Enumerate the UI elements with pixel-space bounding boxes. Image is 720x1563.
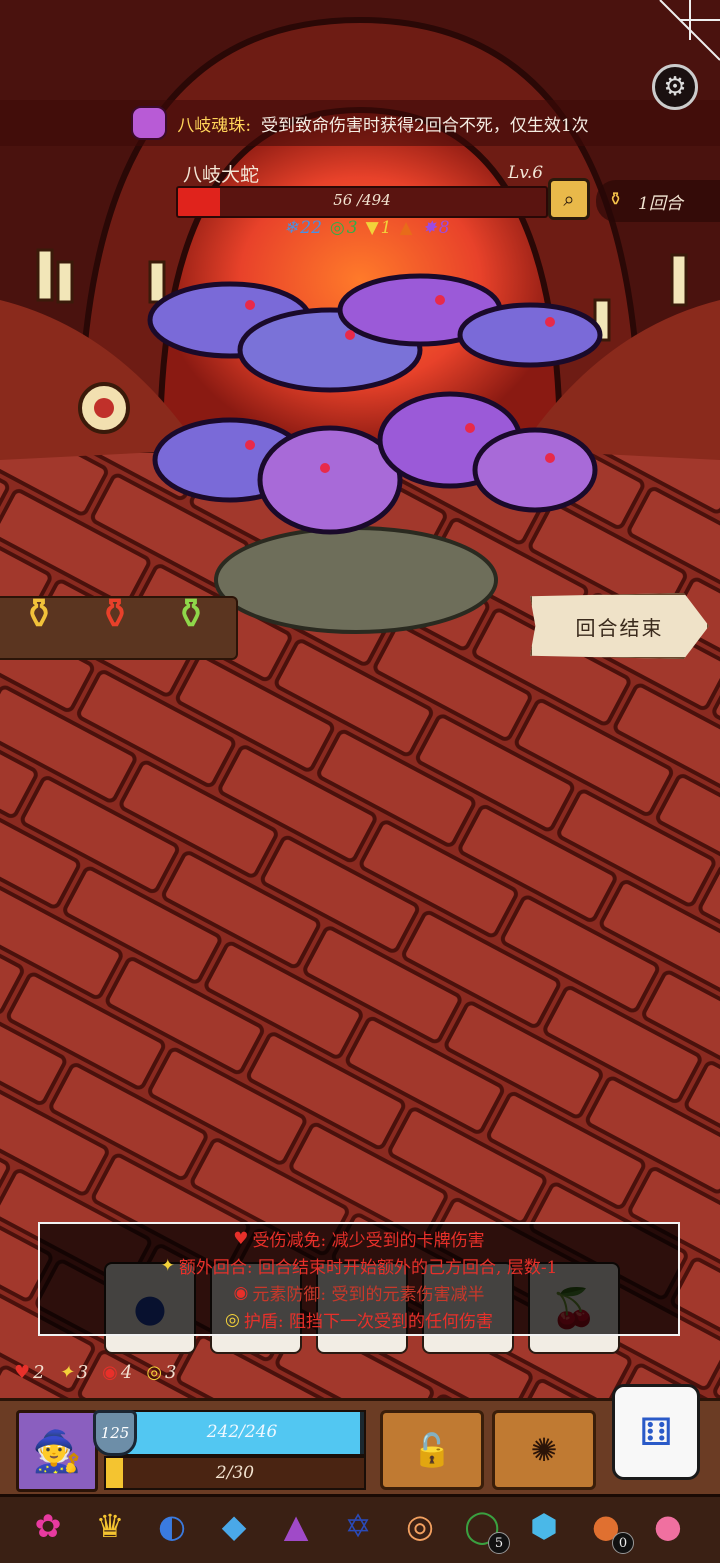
shield-icon: ◎ — [146, 1362, 163, 1383]
tooltip-text: 护盾: 阻挡下一次受到的任何伤害 — [243, 1312, 493, 1332]
player-xp-bar: 2/30 — [104, 1456, 366, 1490]
blue-snail-icon[interactable]: ◐ — [148, 1502, 196, 1550]
boss-intent: ◎ 3 — [330, 218, 358, 238]
status-effect[interactable]: ◉ 4 — [102, 1362, 132, 1383]
blue-book-icon[interactable]: ◆ — [210, 1502, 258, 1550]
dice-button[interactable]: ⚅ — [612, 1384, 700, 1480]
red-potion-icon[interactable]: ⚱ — [90, 578, 140, 638]
potion-shelf: ⚱ ⚱ ⚱ — [0, 589, 238, 660]
boss-intent: ▼ 1 — [366, 218, 392, 238]
heart-shield-icon: ♥ — [233, 1228, 249, 1249]
boss-level: Lv.6 — [508, 163, 544, 183]
star-icon: ✦ — [58, 1362, 74, 1383]
boss-intent-value: 22 — [300, 218, 322, 238]
boss-relic-banner: 八岐魂珠: 受到致命伤害时获得2回合不死，仅生效1次 — [0, 100, 720, 146]
boss-hp-text: 56 /494 — [333, 191, 391, 209]
tooltip-line: ◎ 护盾: 阻挡下一次受到的任何伤害 — [225, 1307, 493, 1333]
tooltip-line: ♥ 受伤减免: 减少受到的卡牌伤害 — [233, 1226, 485, 1252]
heart-shield-icon: ♥ — [14, 1362, 31, 1383]
player-health-bar: 242/246 — [118, 1410, 366, 1456]
triangle-icon: ▼ — [365, 218, 379, 238]
turn-counter-label: 1回合 — [638, 193, 683, 214]
element-defense-icon: ◉ — [102, 1362, 118, 1383]
padlock-icon: 🔓 — [412, 1431, 452, 1469]
locked-skill-button[interactable]: 🔓 — [380, 1410, 484, 1490]
boss-relic-separator: : — [245, 115, 252, 136]
relic-count-badge: 0 — [612, 1532, 634, 1554]
boss-relic-name: 八岐魂珠 — [177, 115, 246, 136]
inspect-magnifier-button[interactable]: ⌕ — [548, 178, 590, 220]
broom-icon: ⚱ — [608, 189, 624, 210]
boss-relic-description: 受到致命伤害时获得2回合不死，仅生效1次 — [261, 115, 589, 136]
boss-intent: ❄ 22 — [284, 218, 322, 238]
player-status-row: ♥ 2 ✦ 3 ◉ 4 ◎ 3 — [14, 1362, 176, 1383]
status-tooltip: ♥ 受伤减免: 减少受到的卡牌伤害 ✦ 额外回合: 回合结束时开始额外的己方回合, 层… — [38, 1222, 680, 1336]
blue-gem-icon[interactable]: ⬢ — [520, 1502, 568, 1550]
player-avatar[interactable]: 🧙 — [16, 1410, 98, 1492]
pink-seed-icon[interactable]: ● — [644, 1502, 692, 1550]
flame-icon: ▲ — [399, 218, 413, 238]
yellow-potion-icon[interactable]: ⚱ — [14, 578, 64, 638]
yamata-soul-orb-icon — [131, 106, 168, 140]
boss-intent: ✸ 8 — [423, 218, 450, 238]
star-icon: ✦ — [160, 1255, 175, 1276]
element-defense-icon: ◉ — [233, 1282, 249, 1303]
snowflake-icon: ❄ — [284, 218, 299, 238]
tooltip-text: 额外回合: 回合结束时开始额外的己方回合, 层数-1 — [178, 1258, 558, 1278]
player-health-text: 242/246 — [206, 1422, 278, 1442]
status-value: 3 — [76, 1362, 89, 1383]
status-value: 2 — [33, 1362, 45, 1383]
tooltip-text: 受伤减免: 减少受到的卡牌伤害 — [252, 1231, 485, 1251]
status-effect[interactable]: ✦ 3 — [59, 1362, 89, 1383]
armor-badge: 125 — [93, 1410, 137, 1456]
boss-intent-row: ❄ 22 ◎ 3 ▼ 1 ▲ ✸ 8 — [284, 218, 450, 238]
dice-icon: ⚅ — [639, 1410, 673, 1454]
hexagram-icon[interactable]: ✡ — [334, 1502, 382, 1550]
tooltip-line: ✦ 额外回合: 回合结束时开始额外的己方回合, 层数-1 — [160, 1253, 558, 1279]
shield-icon: ◎ — [225, 1309, 240, 1330]
swirl-icon: ◎ — [329, 218, 345, 238]
magnifier-icon: ⌕ — [563, 187, 575, 211]
burst-skill-button[interactable]: ✺ — [492, 1410, 596, 1490]
boss-name: 八岐大蛇 — [183, 164, 260, 186]
status-value: 3 — [165, 1362, 177, 1383]
green-ring-icon[interactable]: ◯ 5 — [458, 1502, 510, 1554]
boss-intent: ▲ — [399, 218, 414, 238]
donut-icon[interactable]: ◎ — [396, 1502, 444, 1550]
tooltip-text: 元素防御: 受到的元素伤害减半 — [252, 1285, 485, 1305]
cookie-icon[interactable]: ● 0 — [582, 1502, 634, 1554]
green-potion-icon[interactable]: ⚱ — [166, 578, 216, 638]
status-effect[interactable]: ◎ 3 — [146, 1362, 176, 1383]
pink-bird-icon[interactable]: ✿ — [24, 1502, 72, 1550]
status-effect[interactable]: ♥ 2 — [14, 1362, 45, 1383]
eye-flask-icon[interactable]: ▲ — [272, 1502, 320, 1550]
virus-icon: ✸ — [422, 218, 437, 238]
boss-hp-bar: 56 /494 — [176, 186, 548, 218]
crown-icon[interactable]: ♛ — [86, 1502, 134, 1550]
relic-count-badge: 5 — [488, 1532, 510, 1554]
end-turn-button[interactable]: 回合结束 — [530, 593, 709, 659]
tooltip-line: ◉ 元素防御: 受到的元素伤害减半 — [233, 1280, 485, 1306]
boss-intent-value: 8 — [438, 218, 450, 238]
settings-gear-icon[interactable]: ⚙ — [652, 64, 698, 110]
player-xp-text: 2/30 — [215, 1463, 255, 1483]
burst-icon: ✺ — [530, 1431, 558, 1469]
turn-counter: ⚱ 1回合 — [596, 180, 720, 222]
wizard-portrait-icon: 🧙 — [32, 1428, 82, 1475]
boss-intent-value: 1 — [380, 218, 392, 238]
status-value: 4 — [120, 1362, 133, 1383]
boss-intent-value: 3 — [346, 218, 358, 238]
